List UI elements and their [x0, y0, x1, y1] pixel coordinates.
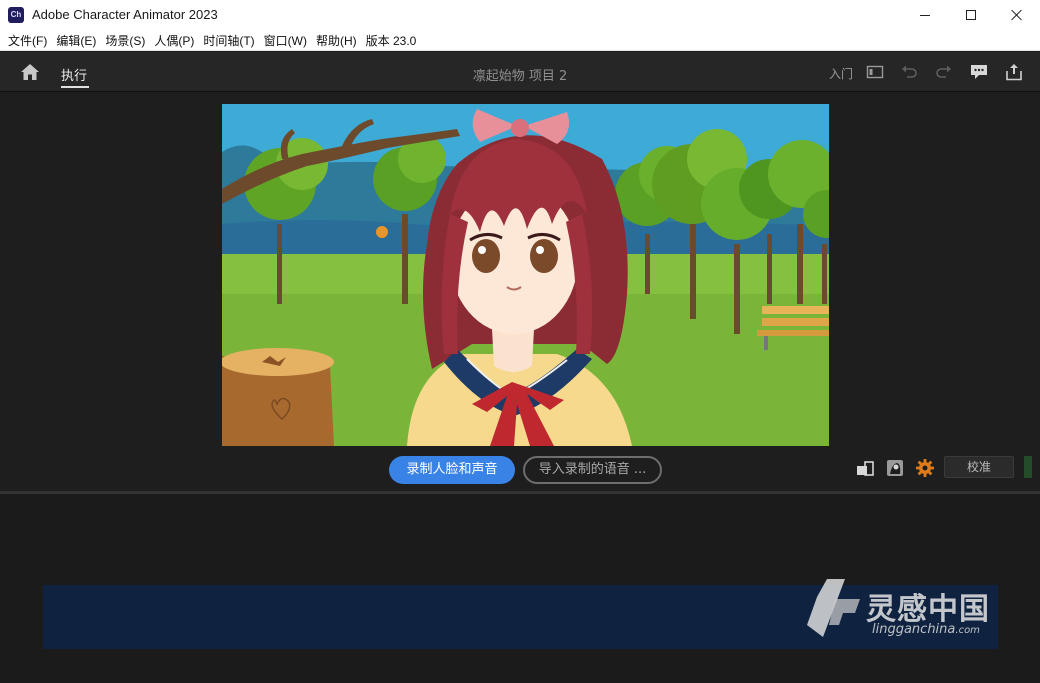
- panel-icon[interactable]: [866, 63, 884, 81]
- menu-edit[interactable]: 编辑(E): [52, 32, 100, 49]
- scene-preview[interactable]: [222, 104, 829, 446]
- maximize-button[interactable]: [948, 0, 994, 30]
- window-title: Adobe Character Animator 2023: [32, 7, 218, 22]
- watermark-site: lingganchina.com: [872, 622, 980, 637]
- calibrate-button[interactable]: 校准: [944, 456, 1014, 478]
- comment-icon[interactable]: [970, 63, 988, 81]
- tree-stump: [222, 348, 334, 446]
- close-button[interactable]: [994, 0, 1040, 30]
- scene-panel: 录制人脸和声音 导入录制的语音 ... 校准: [0, 93, 1040, 491]
- close-icon: [1011, 9, 1023, 21]
- window-title-bar: Ch Adobe Character Animator 2023: [0, 0, 1040, 30]
- settings-gear-icon[interactable]: [915, 458, 935, 478]
- puppet-track-icon[interactable]: [885, 458, 905, 478]
- watermark-site-name: lingganchina: [872, 622, 956, 637]
- menu-version[interactable]: 版本 23.0: [362, 32, 421, 49]
- menu-window[interactable]: 窗口(W): [260, 32, 311, 49]
- menu-timeline[interactable]: 时间轴(T): [199, 32, 258, 49]
- getting-started-link[interactable]: 入门: [829, 65, 853, 82]
- share-icon[interactable]: [1005, 63, 1023, 81]
- menu-scene[interactable]: 场景(S): [101, 32, 149, 49]
- record-face-voice-button[interactable]: 录制人脸和声音: [389, 456, 515, 484]
- minimize-icon: [920, 14, 930, 16]
- menu-bar: 文件(F) 编辑(E) 场景(S) 人偶(P) 时间轴(T) 窗口(W) 帮助(…: [0, 30, 1040, 51]
- undo-icon[interactable]: [900, 63, 918, 81]
- watermark-logo-icon: [805, 577, 865, 639]
- minimize-button[interactable]: [902, 0, 948, 30]
- audio-level-meter: [1024, 456, 1032, 478]
- app-header: 执行 凛起始物 项目 2 入门: [0, 52, 1040, 92]
- import-voice-button[interactable]: 导入录制的语音 ...: [523, 456, 662, 484]
- tab-active-indicator: [61, 86, 89, 88]
- maximize-icon: [966, 10, 976, 20]
- menu-help[interactable]: 帮助(H): [312, 32, 361, 49]
- menu-file[interactable]: 文件(F): [4, 32, 51, 49]
- redo-icon[interactable]: [935, 63, 953, 81]
- project-title: 凛起始物 项目 2: [472, 69, 568, 84]
- app-icon: Ch: [8, 7, 24, 23]
- camera-toggle-icon[interactable]: [855, 458, 875, 478]
- menu-puppet[interactable]: 人偶(P): [150, 32, 198, 49]
- watermark-site-suffix: .com: [955, 625, 980, 636]
